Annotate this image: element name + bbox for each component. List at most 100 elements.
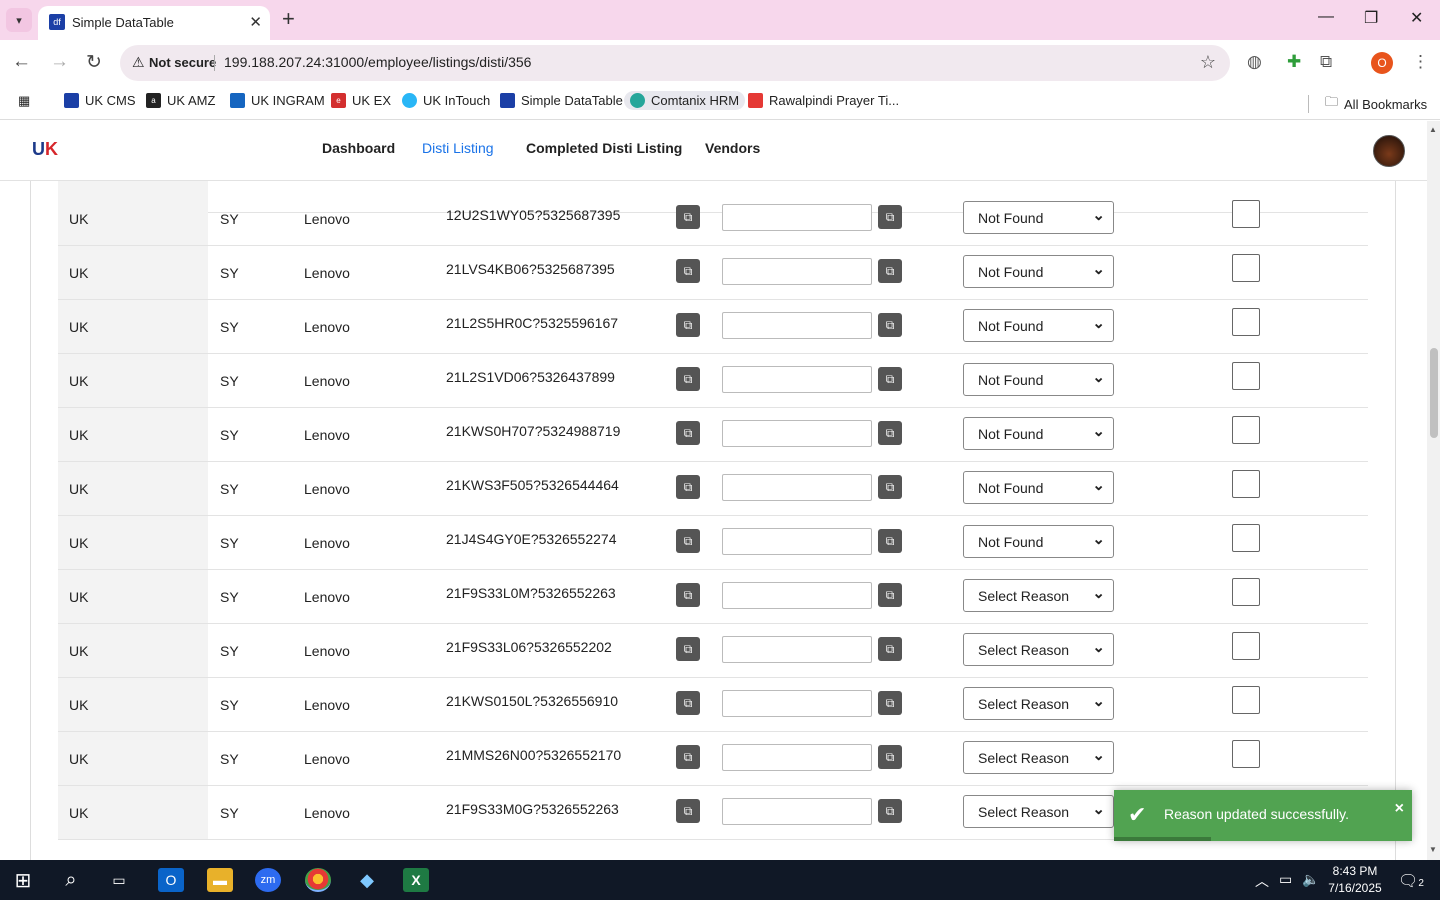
reason-select[interactable]: Not Found <box>963 201 1114 234</box>
scroll-down-arrow-icon[interactable]: ▼ <box>1429 845 1437 854</box>
bookmark-simple-datatable[interactable]: Simple DataTable <box>500 93 623 108</box>
new-tab-plus-icon[interactable]: + <box>282 7 295 31</box>
windows-start-icon[interactable]: ⊞ <box>10 868 36 892</box>
system-clock[interactable]: 8:43 PM 7/16/2025 <box>1320 863 1390 897</box>
copy-value-icon[interactable]: ⧉ <box>878 691 902 715</box>
value-input[interactable] <box>722 258 872 285</box>
scrollbar-thumb[interactable] <box>1430 348 1438 438</box>
reason-select[interactable]: Not Found <box>963 363 1114 396</box>
window-restore-icon[interactable]: ❐ <box>1364 8 1378 28</box>
copy-value-icon[interactable]: ⧉ <box>878 745 902 769</box>
network-icon[interactable]: ▭ <box>1279 871 1292 888</box>
value-input[interactable] <box>722 636 872 663</box>
window-minimize-icon[interactable]: — <box>1318 8 1334 26</box>
copy-sku-icon[interactable]: ⧉ <box>676 313 700 337</box>
nav-completed-disti-listing[interactable]: Completed Disti Listing <box>526 140 682 156</box>
bookmark-uk-amz[interactable]: a UK AMZ <box>146 93 215 108</box>
url-text[interactable]: 199.188.207.24:31000/employee/listings/d… <box>224 54 531 70</box>
reason-select[interactable]: Select Reason <box>963 579 1114 612</box>
row-checkbox[interactable] <box>1232 686 1260 714</box>
reason-select[interactable]: Select Reason <box>963 741 1114 774</box>
bookmark-uk-ex[interactable]: e UK EX <box>331 93 391 108</box>
browser-tab[interactable]: df Simple DataTable ✕ <box>38 6 270 40</box>
row-checkbox[interactable] <box>1232 416 1260 444</box>
row-checkbox[interactable] <box>1232 254 1260 282</box>
extensions-puzzle-icon[interactable]: ⧉ <box>1320 52 1332 72</box>
tab-close-icon[interactable]: ✕ <box>249 13 262 31</box>
copy-value-icon[interactable]: ⧉ <box>878 799 902 823</box>
volume-muted-icon[interactable]: 🔈 <box>1302 871 1319 888</box>
copy-sku-icon[interactable]: ⧉ <box>676 367 700 391</box>
value-input[interactable] <box>722 528 872 555</box>
bookmark-uk-cms[interactable]: UK CMS <box>64 93 136 108</box>
window-close-icon[interactable]: ✕ <box>1410 8 1423 28</box>
chrome-icon[interactable] <box>305 868 331 892</box>
row-checkbox[interactable] <box>1232 200 1260 228</box>
nav-dashboard[interactable]: Dashboard <box>322 140 395 156</box>
bookmark-uk-intouch[interactable]: UK InTouch <box>402 93 490 108</box>
toast-close-icon[interactable]: × <box>1395 800 1404 818</box>
row-checkbox[interactable] <box>1232 308 1260 336</box>
reason-select[interactable]: Not Found <box>963 471 1114 504</box>
profile-avatar-icon[interactable]: O <box>1371 52 1393 74</box>
browser-menu-kebab-icon[interactable]: ⋮ <box>1412 52 1429 72</box>
tray-chevron-up-icon[interactable]: ︿ <box>1255 871 1269 891</box>
reason-select[interactable]: Not Found <box>963 309 1114 342</box>
reload-icon[interactable]: ↻ <box>86 51 102 74</box>
user-avatar[interactable] <box>1373 135 1405 167</box>
value-input[interactable] <box>722 420 872 447</box>
copy-value-icon[interactable]: ⧉ <box>878 367 902 391</box>
copy-sku-icon[interactable]: ⧉ <box>676 799 700 823</box>
address-bar[interactable]: ⚠ Not secure 199.188.207.24:31000/employ… <box>120 45 1230 81</box>
value-input[interactable] <box>722 798 872 825</box>
row-checkbox[interactable] <box>1232 632 1260 660</box>
value-input[interactable] <box>722 744 872 771</box>
reason-select[interactable]: Select Reason <box>963 795 1114 828</box>
extension-plus-icon[interactable]: ✚ <box>1287 52 1301 72</box>
copy-sku-icon[interactable]: ⧉ <box>676 691 700 715</box>
copy-value-icon[interactable]: ⧉ <box>878 637 902 661</box>
copy-sku-icon[interactable]: ⧉ <box>676 421 700 445</box>
all-bookmarks[interactable]: 🗀 All Bookmarks <box>1325 93 1427 115</box>
value-input[interactable] <box>722 366 872 393</box>
copy-value-icon[interactable]: ⧉ <box>878 475 902 499</box>
row-checkbox[interactable] <box>1232 578 1260 606</box>
copy-value-icon[interactable]: ⧉ <box>878 313 902 337</box>
bookmark-comtanix-hrm[interactable]: Comtanix HRM <box>624 91 746 110</box>
reason-select[interactable]: Not Found <box>963 255 1114 288</box>
copy-value-icon[interactable]: ⧉ <box>878 529 902 553</box>
tab-search-chevron-icon[interactable]: ▾ <box>6 8 32 32</box>
copy-value-icon[interactable]: ⧉ <box>878 259 902 283</box>
value-input[interactable] <box>722 474 872 501</box>
notifications-icon[interactable]: 🗨2 <box>1398 871 1424 891</box>
copy-sku-icon[interactable]: ⧉ <box>676 529 700 553</box>
value-input[interactable] <box>722 582 872 609</box>
value-input[interactable] <box>722 204 872 231</box>
scroll-up-arrow-icon[interactable]: ▲ <box>1429 125 1437 134</box>
value-input[interactable] <box>722 690 872 717</box>
row-checkbox[interactable] <box>1232 524 1260 552</box>
copy-value-icon[interactable]: ⧉ <box>878 583 902 607</box>
row-checkbox[interactable] <box>1232 362 1260 390</box>
reason-select[interactable]: Select Reason <box>963 687 1114 720</box>
reason-select[interactable]: Select Reason <box>963 633 1114 666</box>
uk-logo[interactable]: UK <box>32 139 58 160</box>
page-scrollbar[interactable]: ▲ ▼ <box>1427 121 1440 860</box>
back-arrow-icon[interactable]: ← <box>12 51 31 73</box>
bookmark-uk-ingram[interactable]: UK INGRAM <box>230 93 325 108</box>
copy-sku-icon[interactable]: ⧉ <box>676 259 700 283</box>
outlook-icon[interactable]: O <box>158 868 184 892</box>
excel-icon[interactable]: X <box>403 868 429 892</box>
value-input[interactable] <box>722 312 872 339</box>
copy-sku-icon[interactable]: ⧉ <box>676 637 700 661</box>
search-icon[interactable]: ⌕ <box>58 868 84 892</box>
bookmark-rawalpindi-prayer[interactable]: Rawalpindi Prayer Ti... <box>748 93 899 108</box>
reason-select[interactable]: Not Found <box>963 417 1114 450</box>
nav-vendors[interactable]: Vendors <box>705 140 760 156</box>
copy-sku-icon[interactable]: ⧉ <box>676 583 700 607</box>
copy-sku-icon[interactable]: ⧉ <box>676 205 700 229</box>
reason-select[interactable]: Not Found <box>963 525 1114 558</box>
copy-sku-icon[interactable]: ⧉ <box>676 475 700 499</box>
translate-globe-icon[interactable]: ◍ <box>1247 52 1262 72</box>
copy-sku-icon[interactable]: ⧉ <box>676 745 700 769</box>
